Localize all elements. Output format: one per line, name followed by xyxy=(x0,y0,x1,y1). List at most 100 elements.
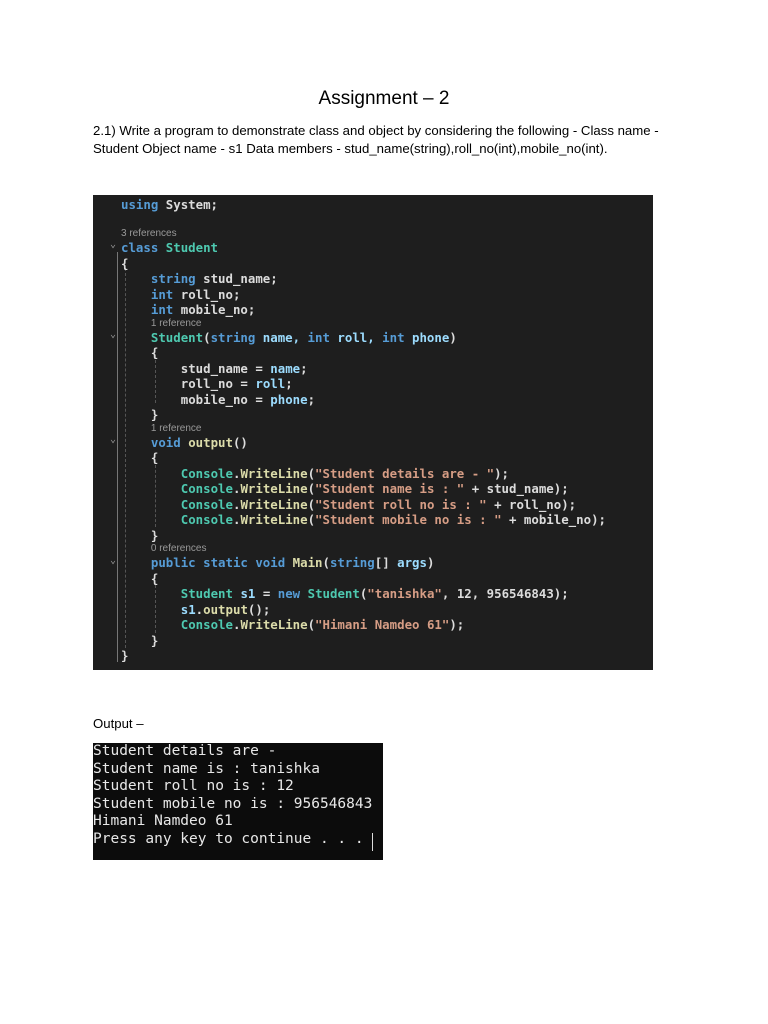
code-line: { xyxy=(121,256,606,272)
code-token: WriteLine xyxy=(240,512,308,527)
code-token: int xyxy=(150,286,174,302)
code-line: stud_name = name; xyxy=(121,361,606,377)
code-line: { xyxy=(121,571,606,587)
console-cursor xyxy=(372,833,373,851)
code-token: ) xyxy=(426,555,435,570)
console-line: Press any key to continue . . . xyxy=(93,830,364,847)
fold-chevron-icon[interactable]: ⌄ xyxy=(110,239,116,250)
code-line: Console.WriteLine("Student mobile no is … xyxy=(121,512,606,528)
code-token: { xyxy=(150,450,159,465)
code-token: int xyxy=(307,329,330,345)
code-token: Student xyxy=(307,586,360,601)
code-token: ) xyxy=(449,329,457,345)
code-line: int mobile_no; xyxy=(121,302,606,318)
code-token: void xyxy=(150,434,181,450)
code-token: } xyxy=(150,632,159,648)
code-token: "Student name is : " xyxy=(315,481,465,496)
code-line: Student(string name, int roll, int phone… xyxy=(121,330,606,346)
code-token: mobile_no xyxy=(180,302,248,317)
code-token: Console xyxy=(180,465,233,481)
code-lens-references[interactable]: 3 references xyxy=(121,228,606,240)
code-token: ; xyxy=(210,197,219,212)
code-token: Student xyxy=(165,240,218,255)
code-token: + mobile_no); xyxy=(501,512,606,527)
code-line: using System; xyxy=(121,197,606,213)
code-token: ( xyxy=(307,465,316,481)
code-token: s1 xyxy=(180,601,196,617)
code-token: roll_no = xyxy=(180,376,256,391)
code-token: string xyxy=(210,329,256,345)
console-line: Student roll no is : 12 xyxy=(93,778,294,794)
code-line: Console.WriteLine("Student details are -… xyxy=(121,466,606,482)
code-lens-references[interactable]: 1 reference xyxy=(121,423,606,435)
code-line: Console.WriteLine("Himani Namdeo 61"); xyxy=(121,617,606,633)
code-line: } xyxy=(121,633,606,649)
console-line: Student name is : tanishka xyxy=(93,760,320,777)
fold-chevron-icon[interactable]: ⌄ xyxy=(110,329,116,340)
code-token: "tanishka" xyxy=(367,586,442,601)
code-line: int roll_no; xyxy=(121,287,606,303)
code-token: args xyxy=(397,555,427,570)
code-line: string stud_name; xyxy=(121,271,606,287)
code-token: ( xyxy=(322,555,330,570)
code-token: public xyxy=(150,555,196,570)
fold-chevron-icon[interactable]: ⌄ xyxy=(110,555,116,566)
console-line: Himani Namdeo 61 xyxy=(93,813,233,829)
code-token: ( xyxy=(307,496,316,512)
code-token: ); xyxy=(494,465,510,481)
document-page: Assignment – 2 2.1) Write a program to d… xyxy=(0,0,768,1024)
code-token: + stud_name); xyxy=(464,481,569,496)
code-token: ; xyxy=(270,271,278,286)
code-token: "Student roll no is : " xyxy=(315,496,487,512)
code-line: { xyxy=(121,345,606,361)
code-token: [] xyxy=(374,555,398,570)
code-token: Console xyxy=(180,481,233,496)
code-token: = xyxy=(255,586,278,601)
code-token: System xyxy=(165,197,211,212)
code-line: Console.WriteLine("Student name is : " +… xyxy=(121,481,606,497)
code-token: "Himani Namdeo 61" xyxy=(315,617,450,632)
code-token: } xyxy=(150,407,159,422)
code-token: roll_no xyxy=(180,286,233,302)
output-label: Output – xyxy=(93,716,144,731)
code-line: Console.WriteLine("Student roll no is : … xyxy=(121,497,606,513)
code-lens-references[interactable]: 1 reference xyxy=(121,318,606,330)
code-token: ; xyxy=(300,360,308,376)
code-token: static xyxy=(203,555,248,570)
question-text: 2.1) Write a program to demonstrate clas… xyxy=(93,123,659,156)
code-token: (); xyxy=(247,601,271,617)
code-token: using xyxy=(121,197,159,212)
console-line: Student details are - xyxy=(93,743,277,759)
code-token: ; xyxy=(307,391,316,407)
code-token: Console xyxy=(180,617,233,632)
code-line: } xyxy=(121,407,606,423)
code-token: name, xyxy=(255,329,308,345)
code-token: , 12, 956546843); xyxy=(441,586,569,601)
code-token: stud_name = xyxy=(180,360,271,376)
code-token: { xyxy=(150,570,159,586)
code-token: ( xyxy=(307,617,316,632)
code-token: ( xyxy=(307,481,316,496)
code-token: phone xyxy=(404,329,450,345)
code-token: + roll_no); xyxy=(486,496,577,512)
fold-chevron-icon[interactable]: ⌄ xyxy=(110,434,116,445)
code-token: { xyxy=(121,255,129,271)
console-line: Student mobile no is : 956546843 xyxy=(93,795,373,812)
code-token: WriteLine xyxy=(240,481,308,496)
code-token: ( xyxy=(307,512,316,527)
code-token: } xyxy=(121,648,129,663)
code-token: ( xyxy=(203,329,211,345)
code-line: } xyxy=(121,648,606,664)
code-token: WriteLine xyxy=(240,617,308,632)
code-lens-references[interactable]: 0 references xyxy=(121,543,606,555)
code-token: Student xyxy=(180,586,233,601)
code-token: } xyxy=(150,527,159,543)
code-token: ; xyxy=(232,286,241,302)
